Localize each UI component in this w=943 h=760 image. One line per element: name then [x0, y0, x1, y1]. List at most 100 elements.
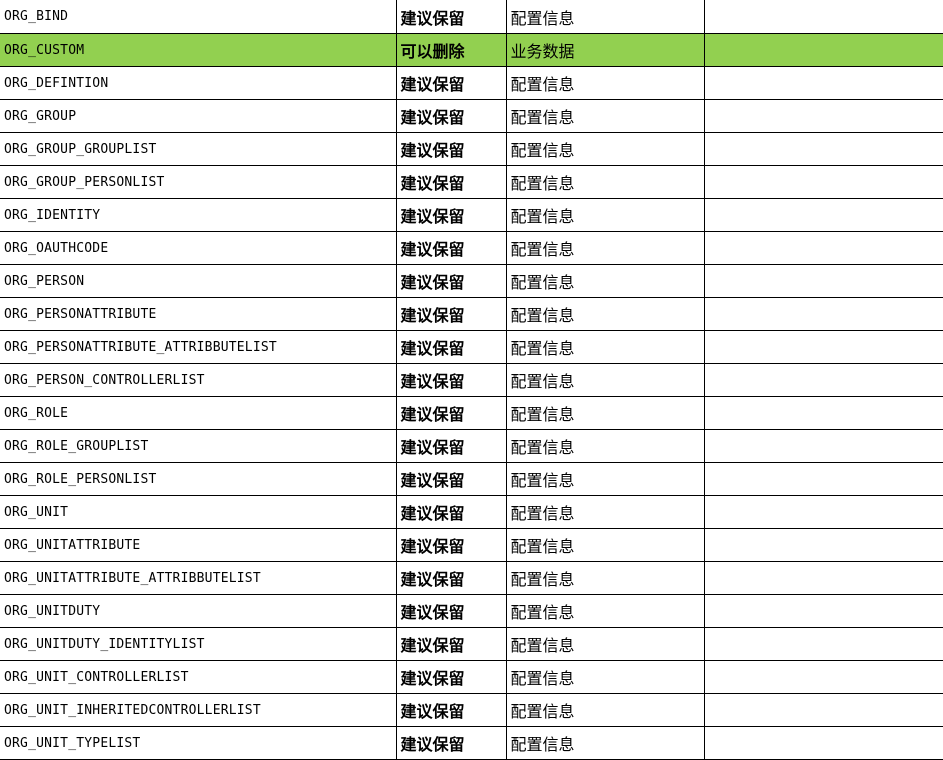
note-cell[interactable]	[704, 561, 943, 595]
note-cell[interactable]	[704, 198, 943, 232]
action-cell[interactable]: 建议保留	[396, 330, 507, 364]
category-cell[interactable]: 配置信息	[506, 528, 705, 562]
table-name-cell[interactable]: ORG_GROUP	[0, 99, 397, 133]
action-cell[interactable]: 建议保留	[396, 132, 507, 166]
note-cell[interactable]	[704, 429, 943, 463]
category-cell[interactable]: 配置信息	[506, 396, 705, 430]
category-cell[interactable]: 配置信息	[506, 693, 705, 727]
action-cell[interactable]: 建议保留	[396, 264, 507, 298]
action-cell[interactable]: 可以删除	[396, 33, 507, 67]
category-cell[interactable]: 配置信息	[506, 429, 705, 463]
table-name-cell[interactable]: ORG_BIND	[0, 0, 397, 34]
category-cell[interactable]: 配置信息	[506, 627, 705, 661]
note-cell[interactable]	[704, 330, 943, 364]
table-name-cell[interactable]: ORG_UNITATTRIBUTE_ATTRIBBUTELIST	[0, 561, 397, 595]
table-name-cell[interactable]: ORG_UNIT_INHERITEDCONTROLLERLIST	[0, 693, 397, 727]
action-cell[interactable]: 建议保留	[396, 165, 507, 199]
spreadsheet-body: ORG_BIND 建议保留 配置信息 ORG_CUSTOM 可以删除 业务数据 ORG_DE…	[0, 0, 943, 760]
table-name-cell[interactable]: ORG_UNIT	[0, 495, 397, 529]
table-name-cell[interactable]: ORG_ROLE	[0, 396, 397, 430]
category-cell[interactable]: 配置信息	[506, 462, 705, 496]
note-cell[interactable]	[704, 99, 943, 133]
table-name-cell[interactable]: ORG_UNIT_TYPELIST	[0, 726, 397, 760]
action-cell[interactable]: 建议保留	[396, 363, 507, 397]
action-cell[interactable]: 建议保留	[396, 462, 507, 496]
category-cell[interactable]: 配置信息	[506, 99, 705, 133]
table-name-cell[interactable]: ORG_PERSON	[0, 264, 397, 298]
table-name-cell[interactable]: ORG_GROUP_GROUPLIST	[0, 132, 397, 166]
table-name-cell[interactable]: ORG_ROLE_GROUPLIST	[0, 429, 397, 463]
note-cell[interactable]	[704, 627, 943, 661]
action-cell[interactable]: 建议保留	[396, 66, 507, 100]
category-cell[interactable]: 配置信息	[506, 363, 705, 397]
action-cell[interactable]: 建议保留	[396, 198, 507, 232]
note-cell[interactable]	[704, 231, 943, 265]
table-name-cell[interactable]: ORG_GROUP_PERSONLIST	[0, 165, 397, 199]
table-name-cell[interactable]: ORG_PERSONATTRIBUTE_ATTRIBBUTELIST	[0, 330, 397, 364]
note-cell[interactable]	[704, 495, 943, 529]
note-cell[interactable]	[704, 264, 943, 298]
table-name-cell[interactable]: ORG_UNITATTRIBUTE	[0, 528, 397, 562]
action-cell[interactable]: 建议保留	[396, 396, 507, 430]
note-cell[interactable]	[704, 297, 943, 331]
category-cell[interactable]: 配置信息	[506, 495, 705, 529]
note-cell[interactable]	[704, 363, 943, 397]
action-cell[interactable]: 建议保留	[396, 0, 507, 34]
action-cell[interactable]: 建议保留	[396, 297, 507, 331]
action-cell[interactable]: 建议保留	[396, 528, 507, 562]
action-cell[interactable]: 建议保留	[396, 429, 507, 463]
action-cell[interactable]: 建议保留	[396, 495, 507, 529]
note-cell[interactable]	[704, 594, 943, 628]
action-cell[interactable]: 建议保留	[396, 693, 507, 727]
table-name-cell[interactable]: ORG_UNITDUTY_IDENTITYLIST	[0, 627, 397, 661]
category-cell[interactable]: 配置信息	[506, 726, 705, 760]
category-cell[interactable]: 业务数据	[506, 33, 705, 67]
table-row: ORG_ROLE_PERSONLIST 建议保留 配置信息	[0, 462, 943, 496]
table-row: ORG_ROLE 建议保留 配置信息	[0, 396, 943, 430]
category-cell[interactable]: 配置信息	[506, 132, 705, 166]
table-name-cell[interactable]: ORG_UNITDUTY	[0, 594, 397, 628]
note-cell[interactable]	[704, 660, 943, 694]
table-name-cell[interactable]: ORG_OAUTHCODE	[0, 231, 397, 265]
category-cell[interactable]: 配置信息	[506, 165, 705, 199]
category-cell[interactable]: 配置信息	[506, 660, 705, 694]
table-name-cell[interactable]: ORG_IDENTITY	[0, 198, 397, 232]
table-name-cell[interactable]: ORG_PERSONATTRIBUTE	[0, 297, 397, 331]
category-cell[interactable]: 配置信息	[506, 66, 705, 100]
note-cell[interactable]	[704, 66, 943, 100]
action-cell[interactable]: 建议保留	[396, 627, 507, 661]
table-name-cell[interactable]: ORG_CUSTOM	[0, 33, 397, 67]
action-cell[interactable]: 建议保留	[396, 99, 507, 133]
note-cell[interactable]	[704, 462, 943, 496]
note-cell[interactable]	[704, 165, 943, 199]
note-cell[interactable]	[704, 132, 943, 166]
table-row: ORG_PERSON_CONTROLLERLIST 建议保留 配置信息	[0, 363, 943, 397]
category-cell[interactable]: 配置信息	[506, 330, 705, 364]
table-row: ORG_UNITDUTY_IDENTITYLIST 建议保留 配置信息	[0, 627, 943, 661]
note-cell[interactable]	[704, 396, 943, 430]
table-name-cell[interactable]: ORG_PERSON_CONTROLLERLIST	[0, 363, 397, 397]
table-row: ORG_OAUTHCODE 建议保留 配置信息	[0, 231, 943, 265]
table-name-cell[interactable]: ORG_ROLE_PERSONLIST	[0, 462, 397, 496]
action-cell[interactable]: 建议保留	[396, 660, 507, 694]
category-cell[interactable]: 配置信息	[506, 0, 705, 34]
category-cell[interactable]: 配置信息	[506, 297, 705, 331]
table-row: ORG_IDENTITY 建议保留 配置信息	[0, 198, 943, 232]
category-cell[interactable]: 配置信息	[506, 231, 705, 265]
note-cell[interactable]	[704, 726, 943, 760]
table-name-cell[interactable]: ORG_UNIT_CONTROLLERLIST	[0, 660, 397, 694]
action-cell[interactable]: 建议保留	[396, 726, 507, 760]
action-cell[interactable]: 建议保留	[396, 561, 507, 595]
table-name-cell[interactable]: ORG_DEFINTION	[0, 66, 397, 100]
action-cell[interactable]: 建议保留	[396, 231, 507, 265]
note-cell[interactable]	[704, 0, 943, 34]
category-cell[interactable]: 配置信息	[506, 561, 705, 595]
note-cell[interactable]	[704, 33, 943, 67]
note-cell[interactable]	[704, 528, 943, 562]
category-cell[interactable]: 配置信息	[506, 594, 705, 628]
table-row: ORG_UNIT_INHERITEDCONTROLLERLIST 建议保留 配置信息	[0, 693, 943, 727]
note-cell[interactable]	[704, 693, 943, 727]
category-cell[interactable]: 配置信息	[506, 198, 705, 232]
category-cell[interactable]: 配置信息	[506, 264, 705, 298]
action-cell[interactable]: 建议保留	[396, 594, 507, 628]
